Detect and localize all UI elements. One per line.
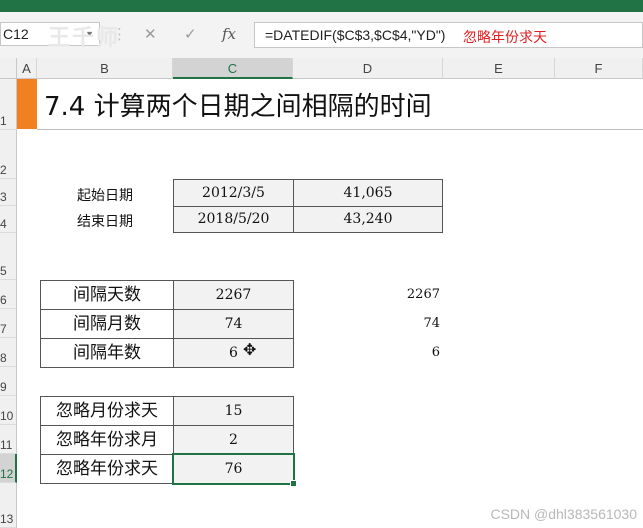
insert-function-icon[interactable]: fx xyxy=(222,22,236,46)
column-header-c[interactable]: C xyxy=(173,58,293,79)
options-dots-icon: ⋮ xyxy=(112,25,127,43)
row-header-8[interactable]: 8 xyxy=(0,338,17,367)
watermark: CSDN @dhl383561030 xyxy=(490,506,637,522)
column-header-a[interactable]: A xyxy=(17,58,37,79)
row-header-5[interactable]: 5 xyxy=(0,233,17,280)
active-cell-border xyxy=(172,453,295,485)
enter-icon[interactable]: ✓ xyxy=(184,22,197,46)
interval-years-value[interactable]: 6 xyxy=(173,338,294,368)
column-header-e[interactable]: E xyxy=(443,58,555,79)
formula-input[interactable]: =DATEDIF($C$3,$C$4,"YD") 忽略年份求天 xyxy=(254,22,643,48)
d-years-value[interactable]: 6 xyxy=(380,345,440,360)
ignore-years-days-label[interactable]: 忽略年份求天 xyxy=(40,454,174,484)
formula-controls: ⋮ ✕ ✓ fx xyxy=(104,22,250,46)
interval-months-label[interactable]: 间隔月数 xyxy=(40,309,174,339)
select-all-corner[interactable] xyxy=(0,58,17,79)
ignore-years-months-label[interactable]: 忽略年份求月 xyxy=(40,425,174,455)
formula-bar: C12 ▼ 王千师 ⋮ ✕ ✓ fx =DATEDIF($C$3,$C$4,"Y… xyxy=(0,12,643,59)
d-days-value[interactable]: 2267 xyxy=(380,287,440,302)
row-header-13[interactable]: 13 xyxy=(0,483,17,528)
column-header-d[interactable]: D xyxy=(293,58,443,79)
interval-months-value[interactable]: 74 xyxy=(173,309,294,339)
row-header-3[interactable]: 3 xyxy=(0,179,17,206)
interval-days-label[interactable]: 间隔天数 xyxy=(40,280,174,310)
d-months-value[interactable]: 74 xyxy=(380,316,440,331)
row-header-2[interactable]: 2 xyxy=(0,130,17,179)
formula-text: =DATEDIF($C$3,$C$4,"YD") xyxy=(265,27,446,43)
row-header-4[interactable]: 4 xyxy=(0,206,17,233)
ignore-months-days-value[interactable]: 15 xyxy=(173,396,294,426)
ignore-months-days-label[interactable]: 忽略月份求天 xyxy=(40,396,174,426)
start-date-label[interactable]: 起始日期 xyxy=(77,185,133,205)
column-header-f[interactable]: F xyxy=(555,58,643,79)
cell-cursor-icon: ✥ xyxy=(243,340,257,359)
title-underline xyxy=(37,129,643,130)
title-accent-bar xyxy=(17,79,37,129)
row-header-6[interactable]: 6 xyxy=(0,280,17,309)
formula-annotation: 忽略年份求天 xyxy=(463,30,547,46)
ribbon-strip xyxy=(0,0,643,12)
end-serial-cell[interactable]: 43,240 xyxy=(293,206,443,233)
interval-years-label[interactable]: 间隔年数 xyxy=(40,338,174,368)
row-header-11[interactable]: 11 xyxy=(0,425,17,454)
row-header-10[interactable]: 10 xyxy=(0,396,17,425)
end-date-cell[interactable]: 2018/5/20 xyxy=(173,206,294,233)
row-header-1[interactable]: 1 xyxy=(0,79,17,130)
ignore-years-months-value[interactable]: 2 xyxy=(173,425,294,455)
interval-days-value[interactable]: 2267 xyxy=(173,280,294,310)
start-serial-cell[interactable]: 41,065 xyxy=(293,179,443,207)
end-date-label[interactable]: 结束日期 xyxy=(77,211,133,231)
column-header-b[interactable]: B xyxy=(37,58,173,79)
name-box-value: C12 xyxy=(3,26,29,42)
row-header-12[interactable]: 12 xyxy=(0,454,17,483)
row-header-7[interactable]: 7 xyxy=(0,309,17,338)
row-header-9[interactable]: 9 xyxy=(0,367,17,396)
sheet-title[interactable]: 7.4 计算两个日期之间相隔的时间 xyxy=(44,86,432,123)
cancel-icon[interactable]: ✕ xyxy=(144,22,157,46)
fill-handle[interactable] xyxy=(290,480,297,487)
start-date-cell[interactable]: 2012/3/5 xyxy=(173,179,294,207)
